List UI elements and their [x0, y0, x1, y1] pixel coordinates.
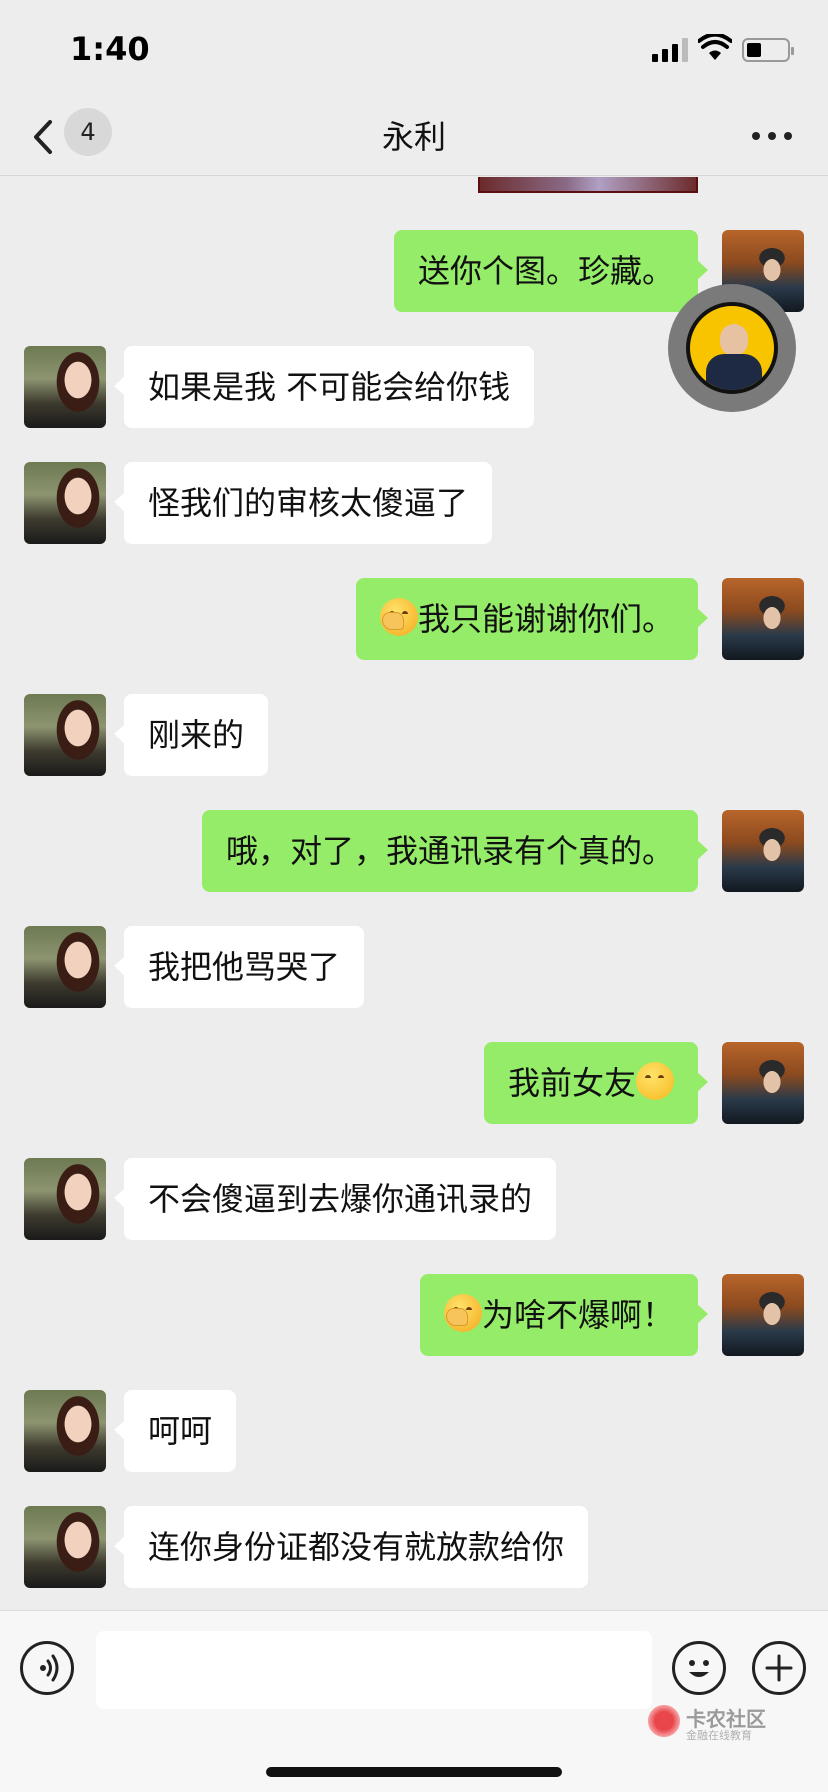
my-avatar[interactable]: [722, 1274, 804, 1356]
status-bar: 1:40: [0, 0, 828, 100]
message-text: 刚来的: [148, 716, 245, 754]
outgoing-message-bubble[interactable]: 哦，对了，我通讯录有个真的。: [201, 810, 709, 892]
more-options-icon[interactable]: [748, 122, 796, 152]
incoming-message-bubble[interactable]: 我把他骂哭了: [113, 926, 365, 1008]
incoming-message-bubble[interactable]: 呵呵: [113, 1390, 237, 1472]
message-text: 哦，对了，我通讯录有个真的。: [225, 832, 674, 870]
contact-avatar[interactable]: [24, 926, 106, 1008]
message-text: 我只能谢谢你们。: [417, 600, 674, 638]
outgoing-message-bubble[interactable]: 送你个图。珍藏。: [393, 230, 709, 312]
facepalm-emoji-icon: [379, 598, 418, 636]
incoming-message-bubble[interactable]: 怪我们的审核太傻逼了: [113, 462, 493, 544]
message-text: 我前女友: [507, 1064, 636, 1102]
contact-avatar[interactable]: [24, 694, 106, 776]
watermark-logo-icon: [648, 1705, 680, 1737]
image-message-partial[interactable]: [478, 177, 698, 193]
emoji-picker-icon[interactable]: [672, 1641, 726, 1695]
message-text: 怪我们的审核太傻逼了: [148, 484, 469, 522]
message-text: 如果是我 不可能会给你钱: [148, 368, 511, 406]
my-avatar[interactable]: [722, 578, 804, 660]
incoming-message-bubble[interactable]: 如果是我 不可能会给你钱: [113, 346, 535, 428]
message-text: 不会傻逼到去爆你通讯录的: [148, 1180, 533, 1218]
nav-bar: 4 永利: [0, 100, 828, 176]
outgoing-message-bubble[interactable]: 为啥不爆啊！: [419, 1274, 709, 1356]
message-text: 我把他骂哭了: [148, 948, 341, 986]
contact-avatar[interactable]: [24, 1506, 106, 1588]
status-time: 1:40: [70, 30, 150, 68]
contact-avatar[interactable]: [24, 1158, 106, 1240]
cellular-signal-icon: [652, 38, 688, 62]
floating-avatar-button[interactable]: [668, 284, 796, 412]
message-text: 连你身份证都没有就放款给你: [148, 1528, 565, 1566]
watermark-subtitle: 金融在线教育: [686, 1729, 752, 1742]
message-text: 送你个图。珍藏。: [417, 252, 674, 290]
incoming-message-bubble[interactable]: 刚来的: [113, 694, 269, 776]
my-avatar[interactable]: [722, 1042, 804, 1124]
input-bar: 卡农社区 金融在线教育: [0, 1610, 828, 1792]
more-actions-plus-icon[interactable]: [752, 1641, 806, 1695]
watermark: 卡农社区 金融在线教育: [648, 1703, 778, 1743]
incoming-message-bubble[interactable]: 连你身份证都没有就放款给你: [113, 1506, 589, 1588]
contact-avatar[interactable]: [24, 346, 106, 428]
chat-title: 永利: [381, 118, 446, 156]
outgoing-message-bubble[interactable]: 我只能谢谢你们。: [355, 578, 709, 660]
outgoing-message-bubble[interactable]: 我前女友: [483, 1042, 709, 1124]
wifi-icon: [698, 34, 732, 60]
message-input[interactable]: [96, 1631, 652, 1709]
home-indicator[interactable]: [266, 1767, 562, 1777]
message-text: 为啥不爆啊！: [481, 1296, 674, 1334]
battery-icon: [742, 38, 794, 62]
my-avatar[interactable]: [722, 810, 804, 892]
facepalm-emoji-icon: [443, 1294, 482, 1332]
voice-input-icon[interactable]: [20, 1641, 74, 1695]
contact-avatar[interactable]: [24, 462, 106, 544]
smirk-emoji-icon: [636, 1062, 674, 1100]
incoming-message-bubble[interactable]: 不会傻逼到去爆你通讯录的: [113, 1158, 557, 1240]
contact-avatar[interactable]: [24, 1390, 106, 1472]
message-text: 呵呵: [148, 1412, 213, 1450]
